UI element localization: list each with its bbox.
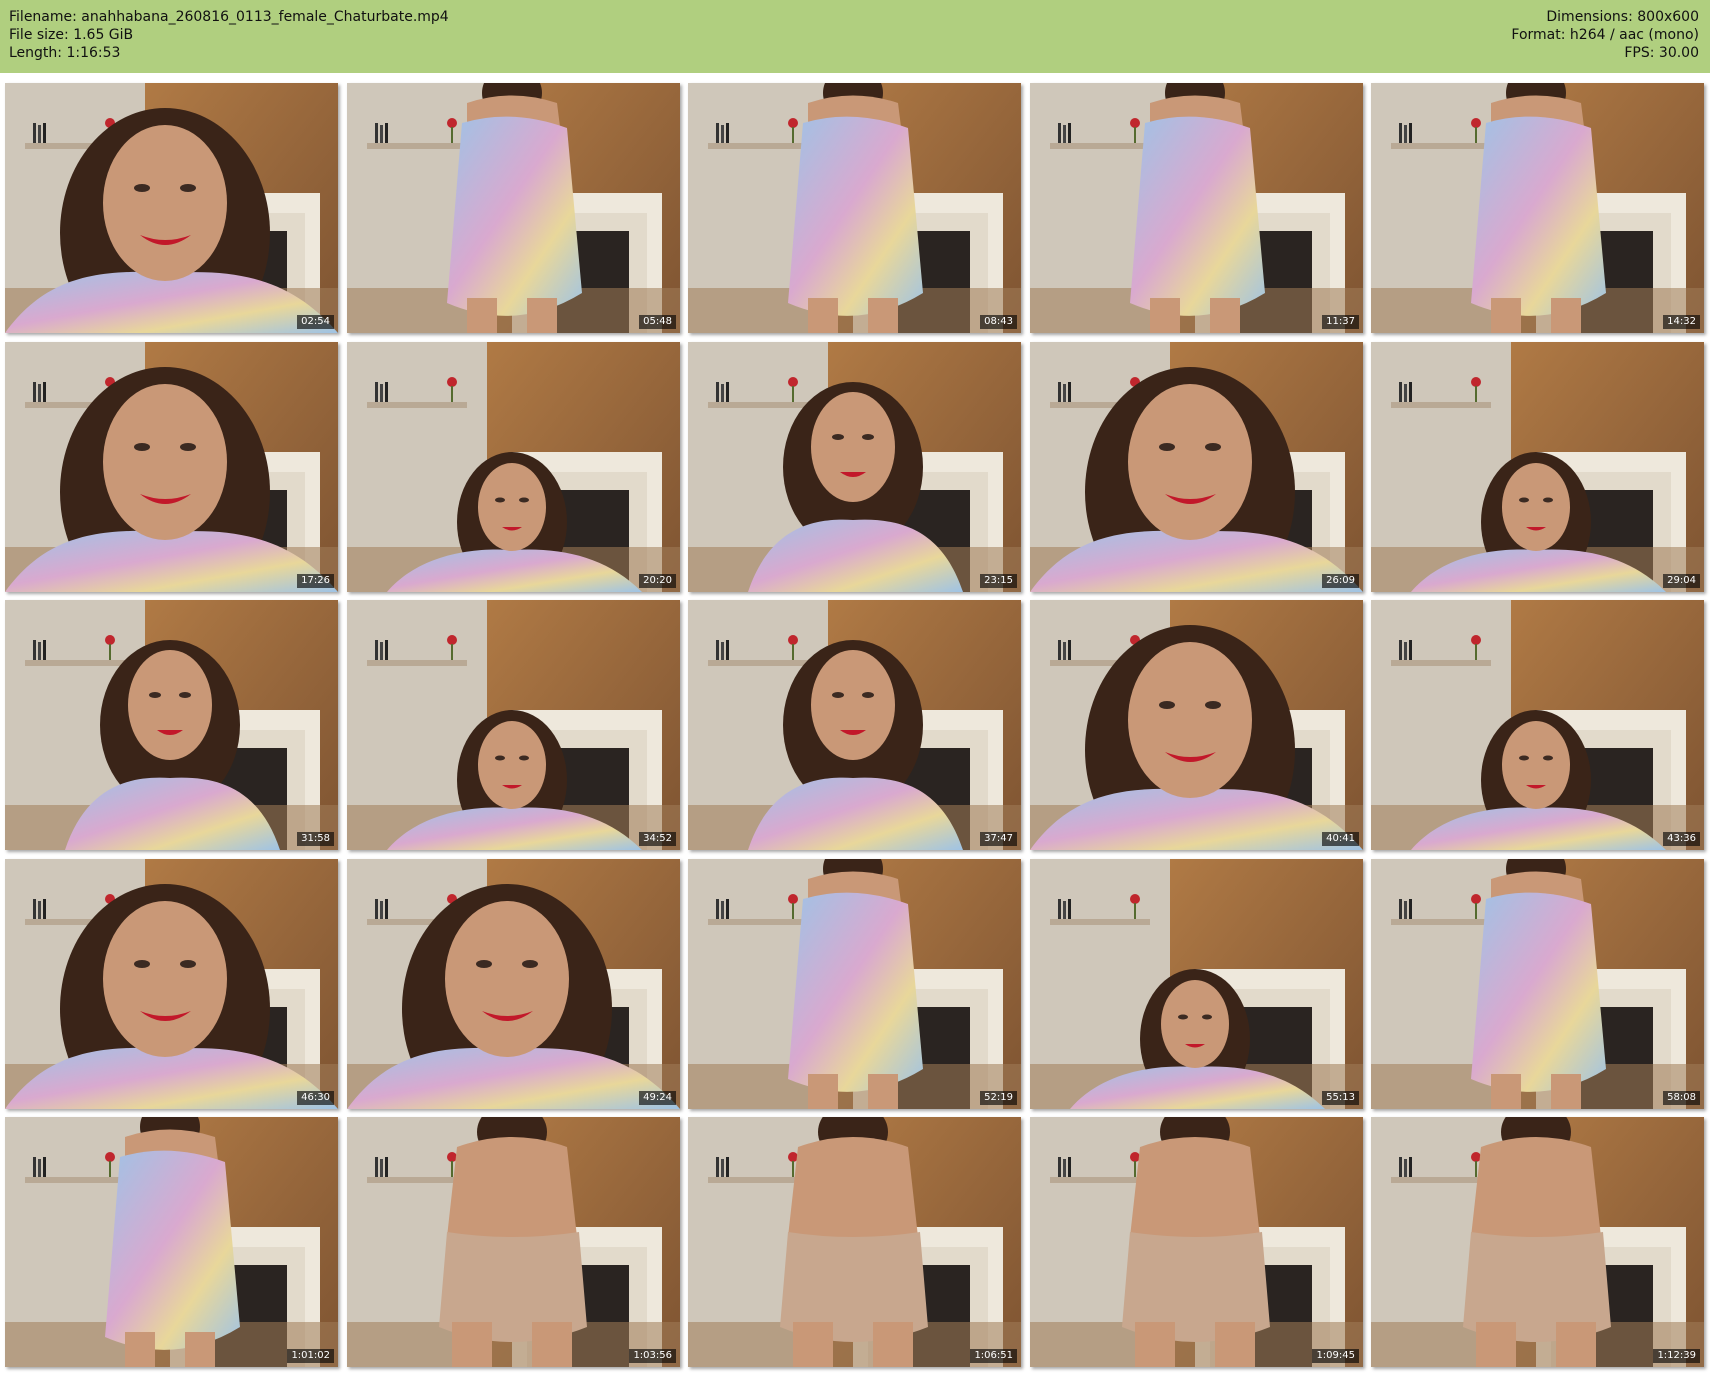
video-thumbnail: 08:43 [688,83,1021,333]
video-frame-image [1030,600,1363,850]
video-thumbnail: 11:37 [1030,83,1363,333]
dimensions-text: Dimensions: 800x600 [1546,9,1699,25]
video-frame-image [1371,600,1704,850]
thumbnail-timestamp: 17:26 [297,574,334,588]
video-thumbnail: 14:32 [1371,83,1704,333]
video-thumbnail: 58:08 [1371,859,1704,1109]
length-text: Length: 1:16:53 [9,45,121,61]
video-frame-image [688,83,1021,333]
video-thumbnail: 40:41 [1030,600,1363,850]
thumbnail-timestamp: 58:08 [1663,1091,1700,1105]
video-frame-image [5,600,338,850]
thumbnail-timestamp: 14:32 [1663,315,1700,329]
thumbnail-timestamp: 31:58 [297,832,334,846]
video-thumbnail: 1:09:45 [1030,1117,1363,1367]
video-frame-image [5,859,338,1109]
video-thumbnail: 02:54 [5,83,338,333]
video-thumbnail: 29:04 [1371,342,1704,592]
thumbnail-timestamp: 11:37 [1322,315,1359,329]
thumbnail-timestamp: 34:52 [639,832,676,846]
video-info: Dimensions: 800x600 Format: h264 / aac (… [1511,8,1699,62]
video-thumbnail: 1:03:56 [347,1117,680,1367]
video-thumbnail: 20:20 [347,342,680,592]
video-frame-image [5,342,338,592]
video-frame-image [688,1117,1021,1367]
thumbnail-timestamp: 49:24 [639,1091,676,1105]
video-frame-image [1030,1117,1363,1367]
info-header: Filename: anahhabana_260816_0113_female_… [0,0,1710,73]
file-info: Filename: anahhabana_260816_0113_female_… [9,8,449,62]
video-thumbnail: 49:24 [347,859,680,1109]
thumbnail-timestamp: 55:13 [1322,1091,1359,1105]
video-frame-image [1030,859,1363,1109]
video-frame-image [1030,342,1363,592]
thumbnail-timestamp: 37:47 [980,832,1017,846]
video-frame-image [347,1117,680,1367]
format-text: Format: h264 / aac (mono) [1511,27,1699,43]
video-thumbnail: 1:01:02 [5,1117,338,1367]
video-frame-image [688,342,1021,592]
thumbnail-timestamp: 1:03:56 [629,1349,676,1363]
video-frame-image [1371,859,1704,1109]
video-thumbnail: 46:30 [5,859,338,1109]
video-frame-image [688,600,1021,850]
thumbnail-timestamp: 46:30 [297,1091,334,1105]
video-frame-image [347,83,680,333]
video-thumbnail: 52:19 [688,859,1021,1109]
video-frame-image [5,83,338,333]
video-frame-image [347,342,680,592]
thumbnail-timestamp: 02:54 [297,315,334,329]
video-thumbnail: 1:06:51 [688,1117,1021,1367]
video-thumbnail: 1:12:39 [1371,1117,1704,1367]
thumbnail-timestamp: 40:41 [1322,832,1359,846]
video-thumbnail: 43:36 [1371,600,1704,850]
thumbnail-timestamp: 05:48 [639,315,676,329]
thumbnail-timestamp: 1:06:51 [970,1349,1017,1363]
filesize-text: File size: 1.65 GiB [9,27,134,43]
fps-text: FPS: 30.00 [1624,45,1699,61]
thumbnail-grid: 02:54 05:48 08:43 11:37 14:32 17:26 20:2… [5,83,1705,1368]
video-frame-image [1371,83,1704,333]
video-frame-image [1030,83,1363,333]
thumbnail-timestamp: 43:36 [1663,832,1700,846]
video-thumbnail: 23:15 [688,342,1021,592]
video-thumbnail: 05:48 [347,83,680,333]
thumbnail-timestamp: 20:20 [639,574,676,588]
video-frame-image [1371,1117,1704,1367]
thumbnail-timestamp: 29:04 [1663,574,1700,588]
video-frame-image [347,600,680,850]
thumbnail-timestamp: 26:09 [1322,574,1359,588]
video-frame-image [688,859,1021,1109]
thumbnail-timestamp: 23:15 [980,574,1017,588]
thumbnail-timestamp: 1:09:45 [1312,1349,1359,1363]
video-thumbnail: 55:13 [1030,859,1363,1109]
video-thumbnail: 37:47 [688,600,1021,850]
video-frame-image [347,859,680,1109]
video-thumbnail: 17:26 [5,342,338,592]
thumbnail-timestamp: 1:01:02 [287,1349,334,1363]
thumbnail-timestamp: 08:43 [980,315,1017,329]
thumbnail-timestamp: 1:12:39 [1653,1349,1700,1363]
video-thumbnail: 26:09 [1030,342,1363,592]
thumbnail-timestamp: 52:19 [980,1091,1017,1105]
filename-text: Filename: anahhabana_260816_0113_female_… [9,9,449,25]
video-frame-image [5,1117,338,1367]
video-frame-image [1371,342,1704,592]
video-thumbnail: 31:58 [5,600,338,850]
video-thumbnail: 34:52 [347,600,680,850]
